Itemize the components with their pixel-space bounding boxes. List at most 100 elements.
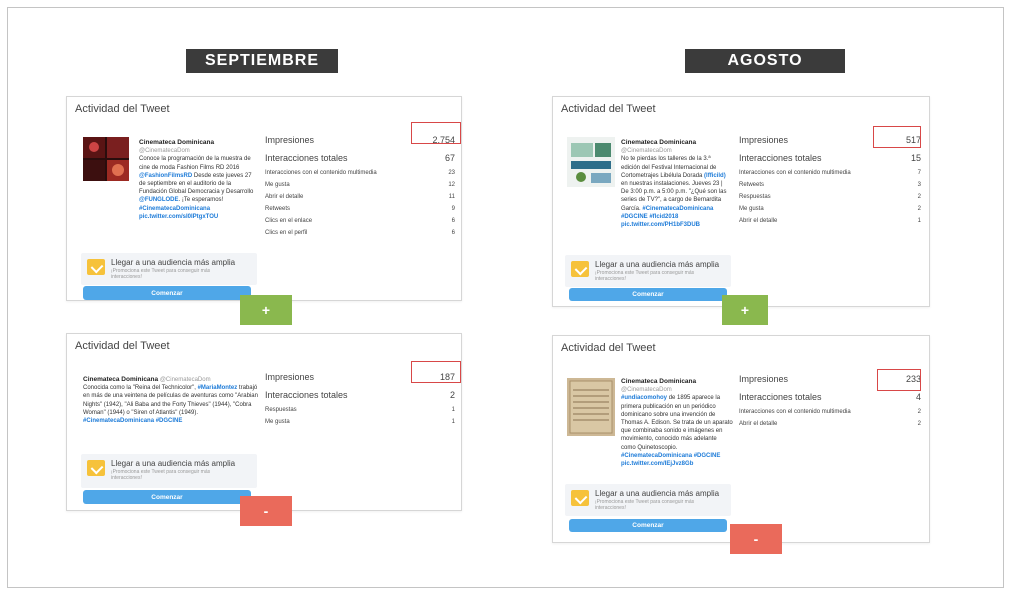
impressions-highlight-box [411, 361, 461, 383]
card-title: Actividad del Tweet [75, 340, 170, 352]
card-title: Actividad del Tweet [561, 342, 656, 354]
stat-row: Retweets 3 [739, 179, 921, 191]
stat-label: Clics en el enlace [265, 218, 313, 224]
promo-subtitle: ¡Promociona este Tweet para conseguir má… [111, 469, 211, 481]
month-header-august: AGOSTO [685, 49, 845, 73]
stat-value: 2 [449, 390, 455, 400]
tweet-author[interactable]: Cinemateca Dominicana [139, 139, 259, 147]
stat-value: 4 [915, 392, 921, 402]
tweet-author[interactable]: Cinemateca Dominicana [621, 139, 731, 147]
promo-box: Llegar a una audiencia más amplia ¡Promo… [565, 484, 731, 516]
tweet-mention[interactable]: @FUNGLODE [139, 197, 179, 203]
stat-value: 2 [917, 421, 921, 427]
stat-row: Interacciones totales 2 [265, 386, 455, 404]
tweet-handle[interactable]: @CinematecaDom [160, 377, 211, 383]
stat-label: Abrir el detalle [739, 218, 778, 224]
tweet-hashtag-2[interactable]: #CinematecaDominicana #DGCINE [83, 418, 182, 424]
tweet-author[interactable]: Cinemateca Dominicana [621, 378, 733, 386]
tweet-hashtag-2[interactable]: #CinematecaDominicana [139, 206, 210, 212]
card-title: Actividad del Tweet [561, 103, 656, 115]
stat-label: Respuestas [265, 407, 297, 413]
promo-box: Llegar a una audiencia más amplia ¡Promo… [81, 454, 257, 488]
stat-row: Me gusta 12 [265, 179, 455, 191]
stat-label: Interacciones con el contenido multimedi… [265, 170, 377, 176]
tweet-media-thumbnail [83, 137, 129, 181]
stat-label: Abrir el detalle [739, 421, 778, 427]
start-promotion-button[interactable]: Comenzar [569, 519, 727, 532]
stat-label: Interacciones con el contenido multimedi… [739, 170, 851, 176]
stat-value: 2 [917, 194, 921, 200]
tweet-hashtag[interactable]: #undiacomohoy [621, 395, 667, 401]
tweet-body: Cinemateca Dominicana @CinematecaDom #un… [621, 378, 733, 468]
tweet-handle[interactable]: @CinematecaDom [621, 147, 731, 155]
promo-title: Llegar a una audiencia más amplia [595, 489, 720, 498]
tweet-author[interactable]: Cinemateca Dominicana [83, 376, 158, 383]
tweet-activity-card-sep-bottom: Actividad del Tweet Cinemateca Dominican… [66, 333, 462, 511]
stat-row: Interacciones totales 15 [739, 149, 921, 167]
stat-row: Interacciones con el contenido multimedi… [265, 167, 455, 179]
start-promotion-button[interactable]: Comenzar [83, 286, 251, 300]
stat-row: Abrir el detalle 1 [739, 215, 921, 227]
stat-row: Me gusta 1 [265, 416, 455, 428]
tweet-text: de 1895 aparece la primera publicación e… [621, 395, 733, 451]
stat-label: Retweets [265, 206, 291, 212]
card-title: Actividad del Tweet [75, 103, 170, 115]
promote-icon [571, 261, 589, 277]
stat-value: 23 [448, 170, 455, 176]
tweet-activity-card-ago-top: Actividad del Tweet Cinemateca Dominican… [552, 96, 930, 307]
stat-label: Impresiones [739, 135, 789, 145]
promote-icon [571, 490, 589, 506]
tweet-hashtag[interactable]: @FashionFilmsRD [139, 173, 192, 179]
promo-box: Llegar a una audiencia más amplia ¡Promo… [81, 253, 257, 285]
promote-icon [87, 259, 105, 275]
stat-value: 7 [917, 170, 921, 176]
collapse-minus-button[interactable]: - [730, 524, 782, 554]
tweet-text: No te pierdas los talleres de la 3.ª edi… [621, 156, 717, 179]
stat-value: 2 [917, 409, 921, 415]
tweet-handle[interactable]: @CinematecaDom [139, 147, 259, 155]
promo-title: Llegar a una audiencia más amplia [111, 258, 236, 267]
stat-value: 1 [451, 407, 455, 413]
tweet-hashtag-2[interactable]: #CinematecaDominicana #DGCINE [621, 453, 720, 459]
tweet-handle[interactable]: @CinematecaDom [621, 386, 733, 394]
tweet-activity-card-ago-bottom: Actividad del Tweet Cinemateca Dominican… [552, 335, 930, 543]
stat-label: Impresiones [739, 374, 789, 384]
stat-label: Abrir el detalle [265, 194, 304, 200]
promo-subtitle: ¡Promociona este Tweet para conseguir má… [595, 270, 695, 282]
stat-label: Interacciones totales [265, 153, 348, 163]
promo-title: Llegar a una audiencia más amplia [595, 260, 720, 269]
stat-row: Respuestas 2 [739, 191, 921, 203]
tweet-hashtag[interactable]: #MariaMontez [198, 385, 238, 391]
stat-label: Interacciones totales [265, 390, 348, 400]
stat-label: Me gusta [265, 182, 290, 188]
promote-icon [87, 460, 105, 476]
start-promotion-button[interactable]: Comenzar [83, 490, 251, 504]
stat-label: Respuestas [739, 194, 771, 200]
stat-row: Me gusta 2 [739, 203, 921, 215]
tweet-mention[interactable]: (lfficild) [704, 173, 726, 179]
impressions-highlight-box [877, 369, 921, 391]
tweet-text-3: . ¡Te esperamos! [178, 197, 224, 204]
stat-value: 2 [917, 206, 921, 212]
tweet-media-thumbnail [567, 137, 615, 187]
tweet-link[interactable]: pic.twitter.com/PH1bF3DUB [621, 222, 700, 228]
tweet-link[interactable]: pic.twitter.com/sI0IPtgxTOU [139, 214, 218, 220]
stat-value: 67 [444, 153, 455, 163]
tweet-body: Cinemateca Dominicana @CinematecaDom No … [621, 139, 731, 229]
tweet-text: Conoce la programación de la muestra de … [139, 156, 251, 171]
expand-plus-button[interactable]: + [240, 295, 292, 325]
impressions-highlight-box [873, 126, 921, 148]
collapse-minus-button[interactable]: - [240, 496, 292, 526]
tweet-link[interactable]: pic.twitter.com/IEjJvz8Gb [621, 461, 693, 467]
month-header-september: SEPTIEMBRE [186, 49, 338, 73]
stat-label: Me gusta [739, 206, 764, 212]
promo-subtitle: ¡Promociona este Tweet para conseguir má… [111, 268, 211, 280]
expand-plus-button[interactable]: + [722, 295, 768, 325]
stat-row: Clics en el perfil 6 [265, 227, 455, 239]
tweet-body: Cinemateca Dominicana @CinematecaDom Con… [139, 139, 259, 221]
stat-label: Me gusta [265, 419, 290, 425]
stat-value: 12 [448, 182, 455, 188]
tweet-media-thumbnail [567, 378, 615, 436]
stat-label: Impresiones [265, 372, 315, 382]
start-promotion-button[interactable]: Comenzar [569, 288, 727, 301]
